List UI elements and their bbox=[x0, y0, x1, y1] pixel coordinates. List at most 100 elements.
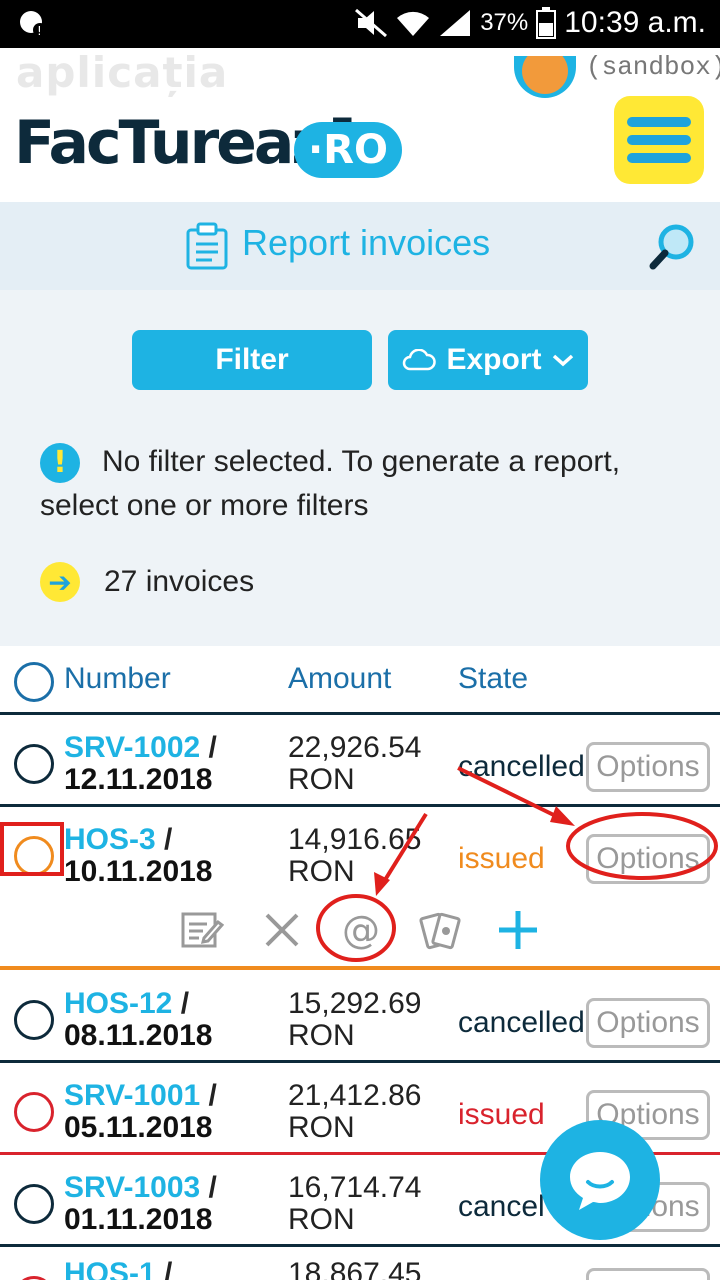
invoice-amount: 15,292.69 RON bbox=[288, 988, 421, 1052]
signal-icon bbox=[440, 10, 471, 36]
amount-currency: RON bbox=[288, 1203, 355, 1236]
edit-icon[interactable] bbox=[178, 906, 226, 954]
chat-button[interactable] bbox=[540, 1120, 660, 1240]
clipboard-icon bbox=[186, 222, 228, 270]
arrow-right-icon: ➔ bbox=[40, 562, 80, 602]
wifi-icon bbox=[397, 11, 430, 36]
no-filter-message: ! No filter selected. To generate a repor… bbox=[40, 440, 690, 528]
invoice-state: cancelled bbox=[458, 750, 585, 783]
add-icon[interactable] bbox=[494, 906, 542, 954]
row-checkbox[interactable] bbox=[14, 1092, 54, 1132]
invoice-date: 01.11.2018 bbox=[64, 1203, 213, 1236]
invoice-count: ➔ 27 invoices bbox=[40, 562, 254, 602]
filter-button-label: Filter bbox=[215, 343, 289, 376]
table-header: Number Amount State bbox=[0, 646, 720, 715]
amount-value: 21,412.86 bbox=[288, 1079, 422, 1112]
account-avatar[interactable] bbox=[514, 56, 576, 98]
invoice-number: HOS-3 /10.11.2018 bbox=[64, 824, 213, 888]
row-checkbox[interactable] bbox=[14, 1276, 54, 1280]
options-button[interactable]: Options bbox=[586, 834, 710, 884]
options-button[interactable]: Options bbox=[586, 742, 710, 792]
amount-value: 16,714.74 bbox=[288, 1171, 422, 1204]
table-row[interactable]: HOS-1 / 18,867.45 Options bbox=[0, 1244, 720, 1280]
column-number[interactable]: Number bbox=[64, 662, 171, 696]
clock: 10:39 a.m. bbox=[564, 6, 706, 39]
battery-percent: 37% bbox=[480, 9, 529, 36]
invoice-id[interactable]: HOS-12 bbox=[64, 987, 172, 1020]
row-actions-toolbar: @ bbox=[0, 894, 720, 970]
separator: / bbox=[155, 823, 173, 856]
invoice-amount: 22,926.54 RON bbox=[288, 732, 421, 796]
invoice-id[interactable]: SRV-1002 bbox=[64, 731, 200, 764]
account-label[interactable]: (sandbox) bbox=[586, 52, 720, 82]
invoice-state: cancelled bbox=[458, 1006, 585, 1039]
invoice-date: 08.11.2018 bbox=[64, 1019, 213, 1052]
invoice-count-text: 27 invoices bbox=[104, 565, 255, 598]
status-bar: ! 37% 10:39 a.m. bbox=[0, 0, 720, 48]
invoice-number: SRV-1002 /12.11.2018 bbox=[64, 732, 217, 796]
export-button[interactable]: Export bbox=[388, 330, 588, 390]
watermark-text: aplicația bbox=[16, 48, 229, 97]
mute-icon bbox=[355, 8, 388, 38]
page-title: Report invoices bbox=[242, 222, 491, 263]
invoice-amount: 14,916.65 RON bbox=[288, 824, 421, 888]
invoice-amount: 18,867.45 bbox=[288, 1258, 421, 1280]
cancel-icon[interactable] bbox=[258, 906, 306, 954]
invoice-number: HOS-12 /08.11.2018 bbox=[64, 988, 213, 1052]
exclamation-icon: ! bbox=[40, 443, 80, 484]
app-header: aplicația FacTureazā ·RO (sandbox) bbox=[0, 48, 720, 200]
notification-icon: ! bbox=[20, 11, 47, 38]
amount-currency: RON bbox=[288, 1019, 355, 1052]
amount-currency: RON bbox=[288, 855, 355, 888]
amount-value: 15,292.69 bbox=[288, 987, 422, 1020]
invoice-id[interactable]: SRV-1001 bbox=[64, 1079, 200, 1112]
invoice-id[interactable]: HOS-1 bbox=[64, 1257, 156, 1280]
invoice-amount: 21,412.86 RON bbox=[288, 1080, 421, 1144]
invoice-id[interactable]: HOS-3 bbox=[64, 823, 156, 856]
table-row[interactable]: SRV-1002 /12.11.2018 22,926.54 RON cancel… bbox=[0, 712, 720, 807]
row-checkbox[interactable] bbox=[14, 1000, 54, 1040]
export-button-label: Export bbox=[446, 343, 542, 376]
report-panel: Report invoices Filter Export ! No filter… bbox=[0, 202, 720, 646]
search-icon[interactable] bbox=[648, 222, 698, 272]
invoice-state: cancel bbox=[458, 1190, 545, 1223]
invoice-number: HOS-1 / bbox=[64, 1258, 172, 1280]
invoice-date: 10.11.2018 bbox=[64, 855, 213, 888]
report-header: Report invoices bbox=[0, 202, 720, 290]
row-checkbox[interactable] bbox=[14, 744, 54, 784]
invoice-date: 05.11.2018 bbox=[64, 1111, 213, 1144]
options-button[interactable]: Options bbox=[586, 1268, 710, 1280]
options-button[interactable]: Options bbox=[586, 998, 710, 1048]
filter-button[interactable]: Filter bbox=[132, 330, 372, 390]
svg-text:@: @ bbox=[342, 910, 380, 950]
invoice-number: SRV-1003 /01.11.2018 bbox=[64, 1172, 217, 1236]
cloud-icon bbox=[403, 349, 437, 371]
separator: / bbox=[155, 1257, 173, 1280]
select-all-checkbox[interactable] bbox=[14, 662, 54, 702]
column-amount[interactable]: Amount bbox=[288, 662, 391, 696]
separator: / bbox=[200, 731, 217, 764]
table-row[interactable]: HOS-3 /10.11.2018 14,916.65 RON issued Op… bbox=[0, 804, 720, 896]
invoice-date: 12.11.2018 bbox=[64, 763, 213, 796]
amount-value: 22,926.54 bbox=[288, 731, 422, 764]
row-checkbox[interactable] bbox=[14, 836, 54, 876]
invoice-state: issued bbox=[458, 1098, 545, 1131]
chat-icon bbox=[570, 1152, 630, 1210]
invoice-state: issued bbox=[458, 842, 545, 875]
invoice-number: SRV-1001 /05.11.2018 bbox=[64, 1080, 217, 1144]
separator: / bbox=[172, 987, 190, 1020]
logo-badge: ·RO bbox=[294, 122, 402, 178]
invoice-amount: 16,714.74 RON bbox=[288, 1172, 421, 1236]
row-checkbox[interactable] bbox=[14, 1184, 54, 1224]
svg-text:!: ! bbox=[37, 24, 42, 38]
email-icon[interactable]: @ bbox=[336, 906, 384, 954]
chevron-down-icon bbox=[552, 354, 573, 367]
info-text: No filter selected. To generate a report… bbox=[40, 445, 621, 522]
column-state[interactable]: State bbox=[458, 662, 528, 696]
amount-value: 14,916.65 bbox=[288, 823, 422, 856]
invoice-id[interactable]: SRV-1003 bbox=[64, 1171, 200, 1204]
payment-icon[interactable] bbox=[416, 906, 464, 954]
table-row[interactable]: HOS-12 /08.11.2018 15,292.69 RON cancelle… bbox=[0, 968, 720, 1063]
amount-currency: RON bbox=[288, 1111, 355, 1144]
hamburger-menu-button[interactable] bbox=[614, 96, 704, 184]
